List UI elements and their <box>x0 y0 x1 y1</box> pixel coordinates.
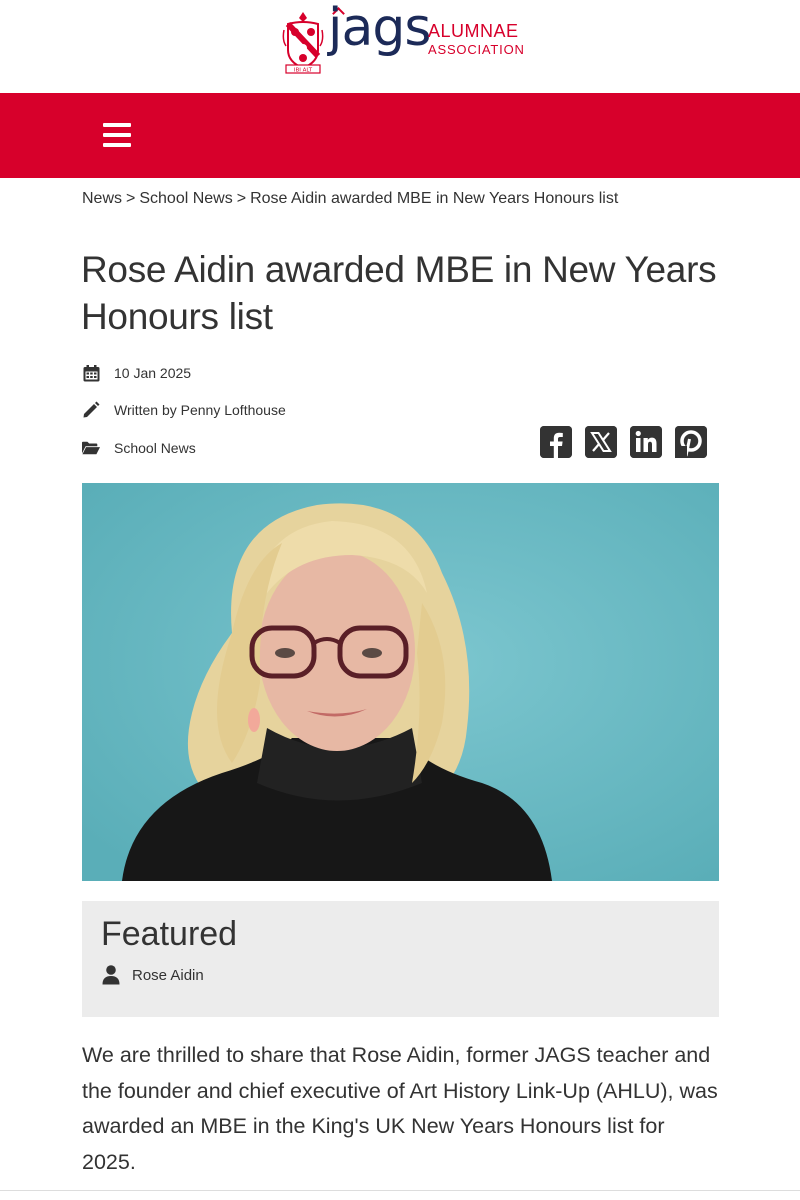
share-buttons <box>540 426 707 458</box>
jags-alumnae-logo[interactable]: IBI ALT jags ALUMNAE ASSOCIATION <box>282 2 525 76</box>
user-icon <box>102 965 120 985</box>
crest-motto: IBI ALT <box>294 68 313 74</box>
breadcrumb-current-page: Rose Aidin awarded MBE in New Years Hono… <box>250 190 619 207</box>
article-photo <box>82 483 719 881</box>
hamburger-line <box>103 133 131 137</box>
breadcrumb-separator: > <box>236 190 247 207</box>
article-author-row: Written by Penny Lofthouse <box>82 401 286 419</box>
article-date-row: 10 Jan 2025 <box>82 364 191 382</box>
breadcrumb-news-link[interactable]: News <box>82 190 122 207</box>
logo-wordmark: jags <box>328 0 431 58</box>
featured-person: Rose Aidin <box>102 965 204 985</box>
featured-heading: Featured <box>101 915 238 953</box>
featured-person-link[interactable]: Rose Aidin <box>132 967 204 984</box>
calendar-icon <box>82 364 100 382</box>
pinterest-icon[interactable] <box>675 426 707 458</box>
site-header: IBI ALT jags ALUMNAE ASSOCIATION <box>0 0 800 93</box>
article-body-paragraph: We are thrilled to share that Rose Aidin… <box>82 1043 718 1174</box>
article-category-link[interactable]: School News <box>114 440 196 456</box>
breadcrumb-school-news-link[interactable]: School News <box>139 190 232 207</box>
article-author: Written by Penny Lofthouse <box>114 402 286 418</box>
bottom-divider <box>0 1190 800 1191</box>
logo-line-association: ASSOCIATION <box>428 41 525 57</box>
article-title: Rose Aidin awarded MBE in New Years Hono… <box>81 249 717 337</box>
breadcrumb-separator: > <box>126 190 136 207</box>
school-crest-icon: IBI ALT <box>282 12 324 74</box>
hamburger-line <box>103 123 131 127</box>
hamburger-line <box>103 143 131 147</box>
pencil-icon <box>82 401 100 419</box>
folder-open-icon <box>82 439 100 457</box>
main-navbar <box>0 93 800 178</box>
breadcrumb: News > School News > Rose Aidin awarded MBE … <box>82 190 618 208</box>
article-category-row: School News <box>82 439 196 457</box>
hamburger-icon[interactable] <box>100 119 134 151</box>
linkedin-icon[interactable] <box>630 426 662 458</box>
logo-line-alumnae: ALUMNAE <box>428 21 519 41</box>
x-icon[interactable] <box>585 426 617 458</box>
featured-box: Featured Rose Aidin <box>82 901 719 1017</box>
facebook-icon[interactable] <box>540 426 572 458</box>
logo-association-text: ALUMNAE ASSOCIATION <box>428 22 525 57</box>
article-date: 10 Jan 2025 <box>114 365 192 381</box>
